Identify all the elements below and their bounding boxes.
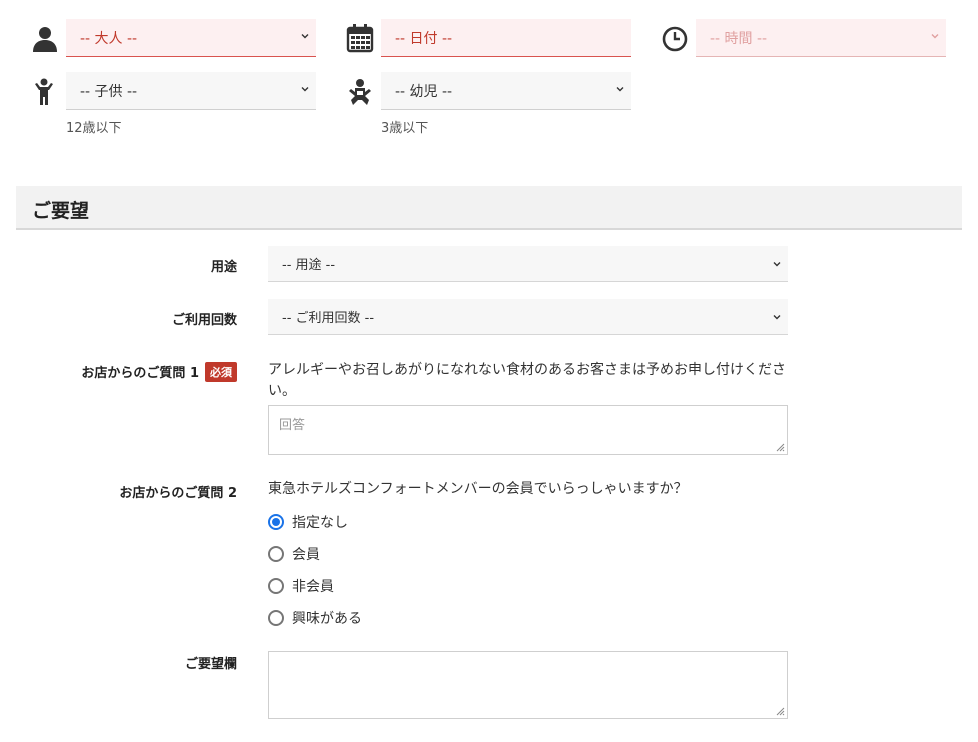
adults-select[interactable]: -- 大人 -- — [66, 19, 316, 57]
requests-section-header: ご要望 — [16, 186, 962, 230]
time-select-value: -- 時間 -- — [710, 30, 768, 47]
question1-answer-placeholder: 回答 — [279, 418, 306, 433]
radio-option-interested[interactable]: 興味がある — [268, 608, 362, 628]
radio-option-member[interactable]: 会員 — [268, 544, 320, 564]
section-title: ご要望 — [32, 200, 90, 222]
radio-option-non-member[interactable]: 非会員 — [268, 576, 334, 596]
date-select[interactable]: -- 日付 -- — [381, 19, 631, 57]
visit-count-label: ご利用回数 — [171, 313, 237, 328]
radio-button[interactable] — [268, 546, 284, 562]
chevron-down-icon — [301, 87, 309, 92]
notes-field[interactable] — [268, 651, 788, 719]
question2-label: お店からのご質問 2 — [119, 486, 237, 501]
purpose-label: 用途 — [210, 260, 237, 275]
date-select-value: -- 日付 -- — [395, 30, 453, 47]
radio-label: 会員 — [292, 547, 320, 563]
chevron-down-icon — [773, 262, 781, 267]
purpose-select-value: -- 用途 -- — [282, 258, 336, 273]
required-badge: 必須 — [205, 362, 237, 382]
purpose-select[interactable]: -- 用途 -- — [268, 246, 788, 282]
clock-icon — [660, 24, 690, 54]
children-hint: 12歳以下 — [66, 121, 122, 136]
radio-button[interactable] — [268, 578, 284, 594]
time-select[interactable]: -- 時間 -- — [696, 19, 946, 57]
infants-select-value: -- 幼児 -- — [395, 83, 453, 100]
visit-count-select[interactable]: -- ご利用回数 -- — [268, 299, 788, 335]
question1-text: アレルギーやお召しあがりになれない食材のあるお客さまは予めお申し付けください。 — [268, 362, 786, 399]
chevron-down-icon — [773, 315, 781, 320]
radio-label: 興味がある — [292, 611, 362, 627]
infants-hint: 3歳以下 — [381, 121, 429, 136]
radio-label: 指定なし — [292, 515, 348, 531]
chevron-down-icon — [301, 34, 309, 39]
radio-option-none[interactable]: 指定なし — [268, 512, 348, 532]
notes-label: ご要望欄 — [184, 657, 237, 672]
question2-text: 東急ホテルズコンフォートメンバーの会員でいらっしゃいますか？ — [268, 481, 688, 497]
radio-button[interactable] — [268, 514, 284, 530]
person-icon — [30, 24, 60, 54]
chevron-down-icon — [616, 87, 624, 92]
resize-grip-icon[interactable] — [775, 706, 785, 716]
chevron-down-icon — [931, 34, 939, 39]
baby-icon — [347, 77, 373, 107]
visit-count-select-value: -- ご利用回数 -- — [282, 311, 375, 326]
resize-grip-icon[interactable] — [775, 442, 785, 452]
question1-answer-field[interactable]: 回答 — [268, 405, 788, 455]
children-select-value: -- 子供 -- — [80, 83, 138, 100]
children-select[interactable]: -- 子供 -- — [66, 72, 316, 110]
adults-select-value: -- 大人 -- — [80, 30, 138, 47]
calendar-icon — [345, 23, 375, 53]
radio-button[interactable] — [268, 610, 284, 626]
radio-label: 非会員 — [292, 579, 334, 595]
question1-label-text: お店からのご質問 1 — [81, 366, 199, 381]
question1-label: お店からのご質問 1 必須 — [81, 362, 237, 382]
infants-select[interactable]: -- 幼児 -- — [381, 72, 631, 110]
child-icon — [32, 77, 56, 107]
